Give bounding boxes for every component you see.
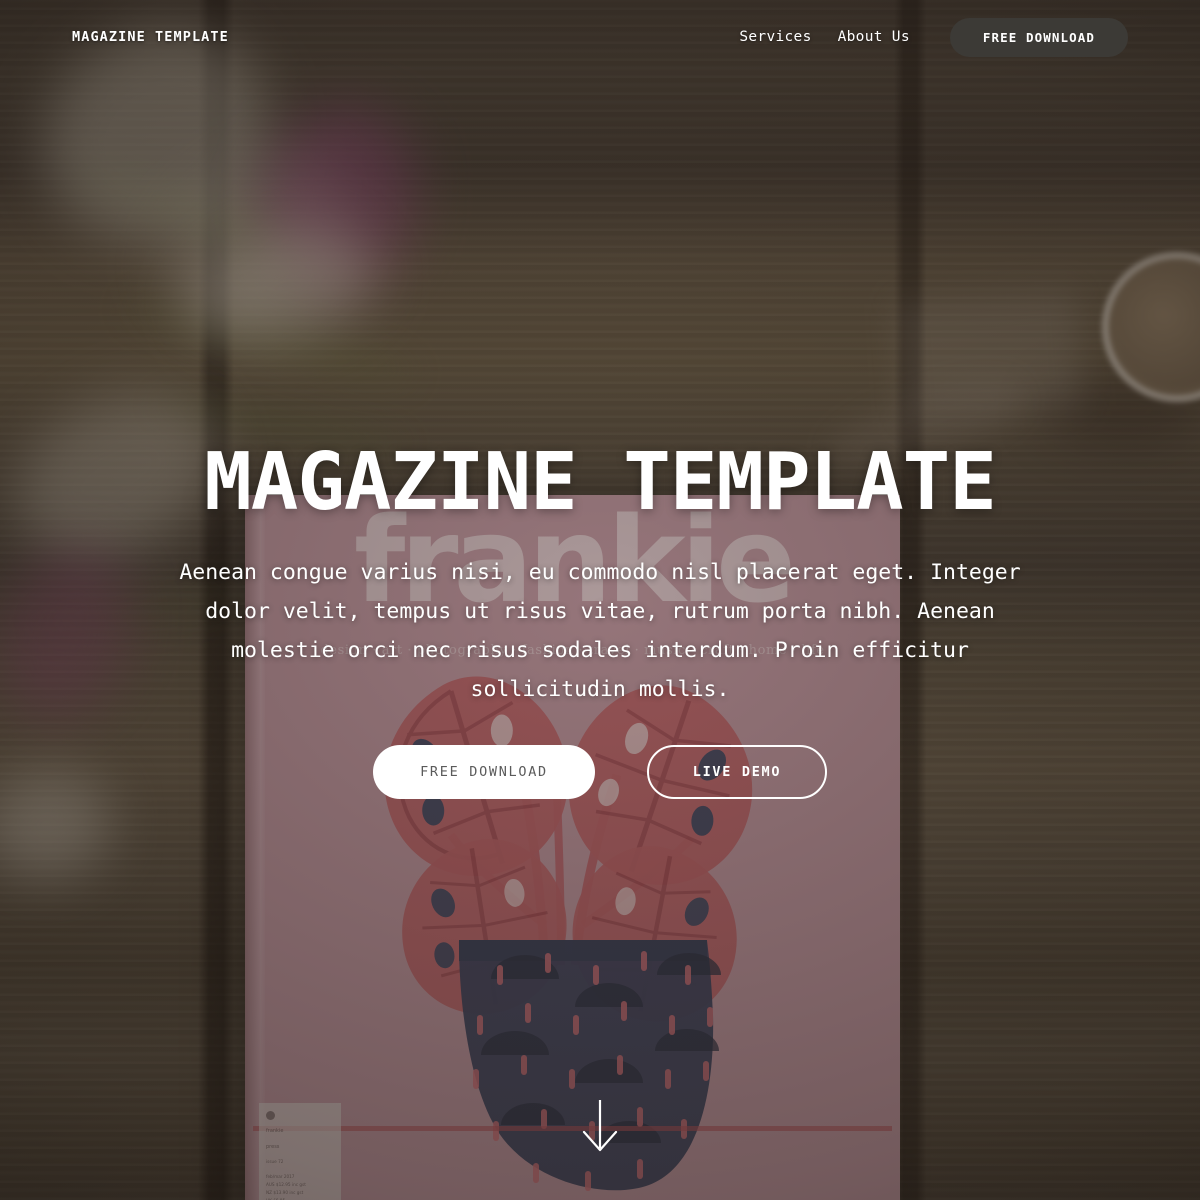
site-header: MAGAZINE TEMPLATE Services About Us FREE… [0, 0, 1200, 74]
nav-link-about-us[interactable]: About Us [838, 29, 910, 45]
main-navigation: Services About Us FREE DOWNLOAD [739, 17, 1128, 57]
hero-free-download-button[interactable]: FREE DOWNLOAD [373, 745, 595, 800]
hero-content: MAGAZINE TEMPLATE Aenean congue varius n… [0, 0, 1200, 1200]
arrow-down-icon[interactable] [578, 1098, 622, 1154]
hero-subtext: Aenean congue varius nisi, eu commodo ni… [179, 559, 1021, 703]
nav-link-services[interactable]: Services [739, 29, 811, 45]
hero-headline: MAGAZINE TEMPLATE [204, 436, 997, 528]
hero-button-group: FREE DOWNLOAD LIVE DEMO [373, 745, 827, 800]
hero-section: frankie design · art · photography · fas… [0, 0, 1200, 1200]
hero-live-demo-button[interactable]: LIVE DEMO [647, 745, 827, 800]
header-free-download-button[interactable]: FREE DOWNLOAD [949, 17, 1128, 57]
site-logo[interactable]: MAGAZINE TEMPLATE [72, 29, 229, 45]
